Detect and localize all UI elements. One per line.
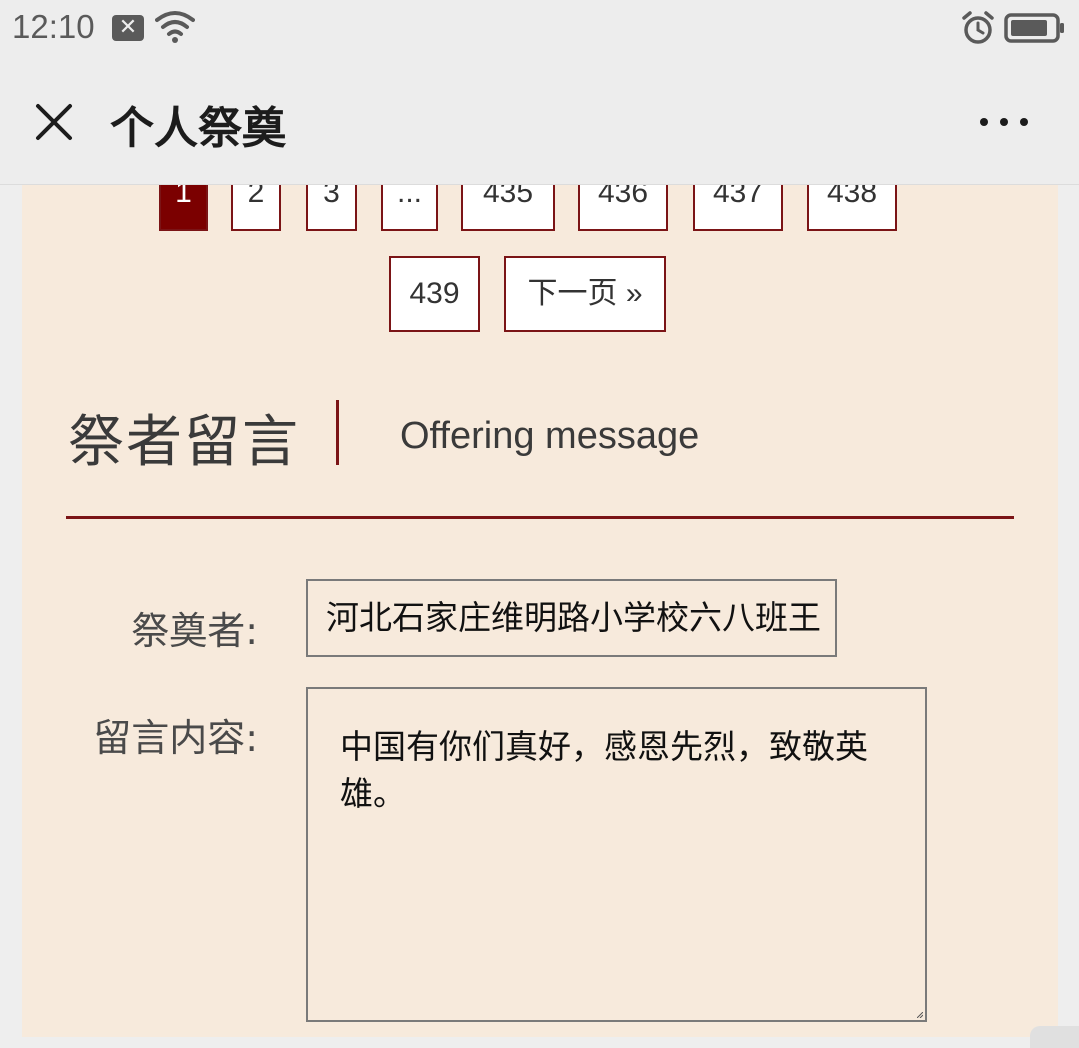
next-page-button[interactable]: 下一页 » xyxy=(504,256,666,332)
page-ellipsis: ... xyxy=(381,185,438,231)
scrollbar-thumb[interactable] xyxy=(1030,1026,1079,1048)
wifi-icon xyxy=(155,11,195,43)
message-label: 留言内容: xyxy=(93,716,258,760)
section-subtitle: Offering message xyxy=(400,415,700,457)
page-link-436[interactable]: 436 xyxy=(578,185,668,231)
alarm-icon xyxy=(962,11,994,44)
page-link-2[interactable]: 2 xyxy=(231,185,281,231)
status-time: 12:10 xyxy=(12,8,95,45)
page-link-438[interactable]: 438 xyxy=(807,185,897,231)
section-title: 祭者留言 xyxy=(68,410,300,475)
mourner-label: 祭奠者: xyxy=(131,609,258,653)
close-icon[interactable] xyxy=(30,98,78,146)
message-textarea[interactable]: 中国有你们真好，感恩先烈，致敬英雄。 xyxy=(306,687,927,1022)
page-link-3[interactable]: 3 xyxy=(306,185,357,231)
resize-grip-icon[interactable] xyxy=(917,1012,923,1018)
page-link-1[interactable]: 1 xyxy=(159,185,208,231)
mourner-name-input[interactable]: 河北石家庄维明路小学校六八班王 xyxy=(306,579,837,657)
battery-icon xyxy=(1004,13,1064,43)
section-rule xyxy=(66,516,1014,519)
page-link-439[interactable]: 439 xyxy=(389,256,480,332)
page-link-437[interactable]: 437 xyxy=(693,185,783,231)
memorial-panel: 1 2 3 ... 435 436 437 438 439 下一页 » 祭者留言… xyxy=(22,185,1058,1037)
page-title: 个人祭奠 xyxy=(110,103,286,154)
status-bar: 12:10 ✕ xyxy=(0,0,1079,56)
notification-icon: ✕ xyxy=(112,15,144,41)
content-area[interactable]: 1 2 3 ... 435 436 437 438 439 下一页 » 祭者留言… xyxy=(0,185,1079,1048)
message-text: 中国有你们真好，感恩先烈，致敬英雄。 xyxy=(340,727,868,813)
more-options-icon[interactable] xyxy=(976,104,1032,140)
section-title-divider xyxy=(336,400,339,465)
title-bar: 个人祭奠 xyxy=(0,56,1079,185)
page-link-435[interactable]: 435 xyxy=(461,185,555,231)
